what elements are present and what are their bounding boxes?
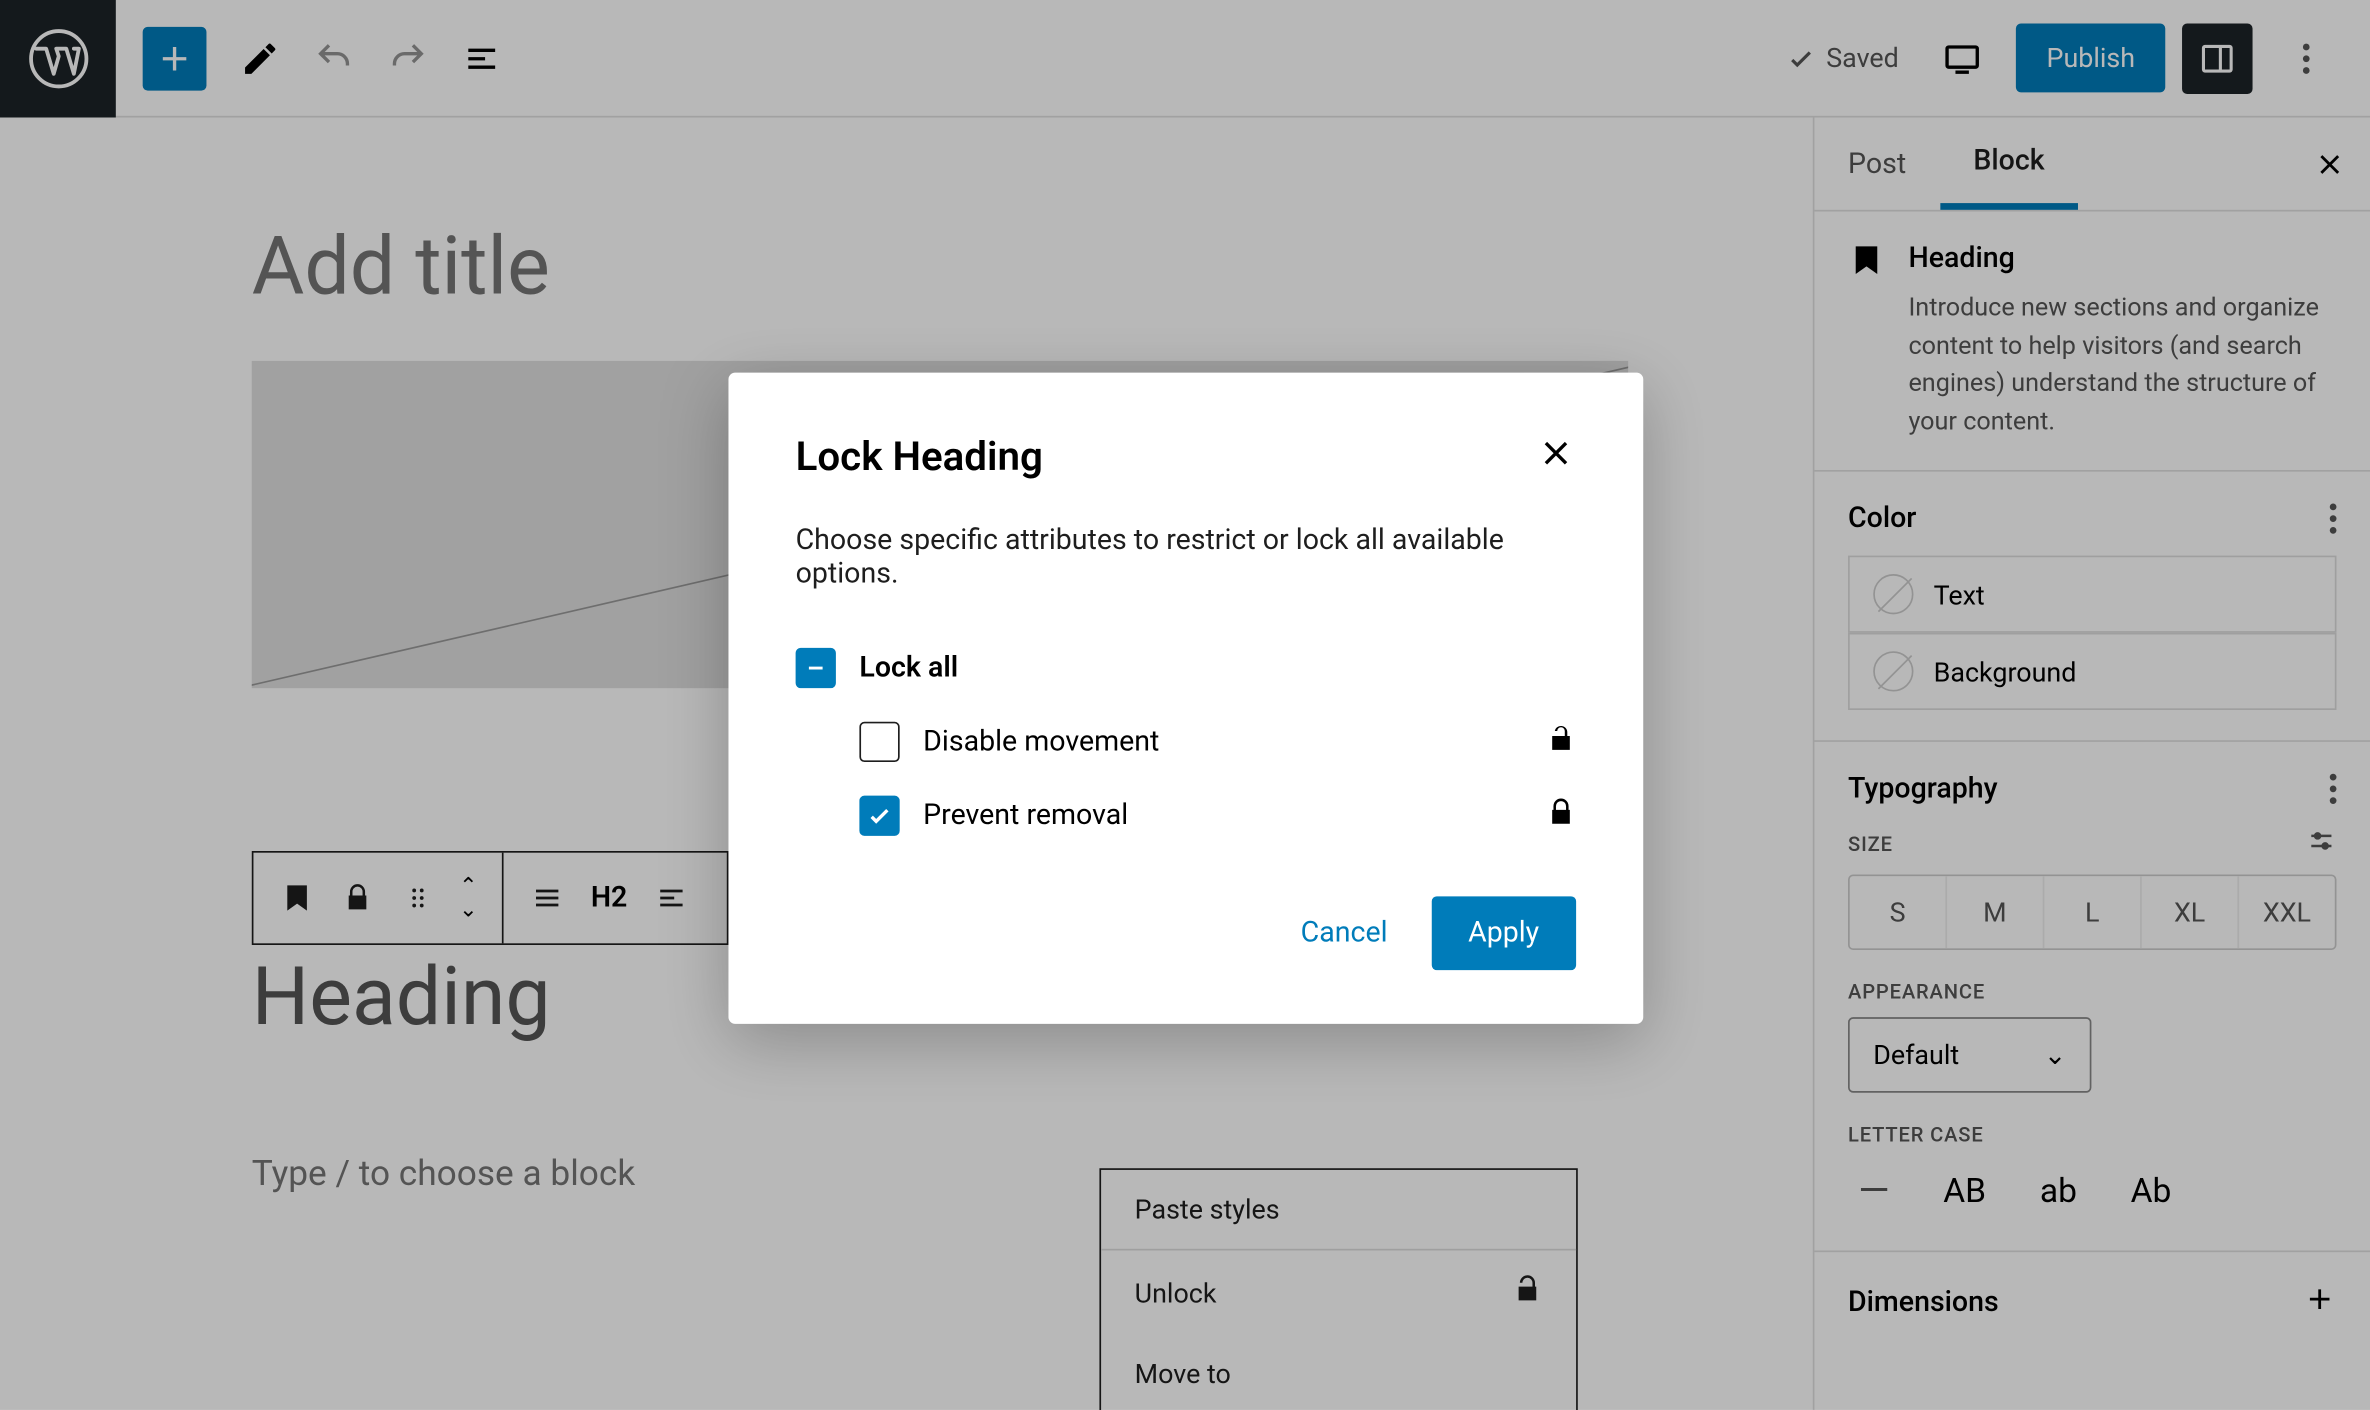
document-overview-button[interactable]: [445, 21, 519, 95]
tab-block[interactable]: Block: [1940, 117, 2078, 209]
size-xxl[interactable]: XXL: [2239, 876, 2335, 948]
dimensions-add-button[interactable]: [2303, 1282, 2337, 1322]
chevron-down-icon: ⌄: [2044, 1039, 2067, 1071]
appearance-label: APPEARANCE: [1848, 980, 1985, 1003]
dimensions-section-title: Dimensions: [1848, 1286, 1999, 1320]
letter-case-label: LETTER CASE: [1848, 1123, 1984, 1146]
edit-mode-button[interactable]: [223, 21, 297, 95]
background-color-button[interactable]: Background: [1848, 633, 2336, 710]
text-align-button[interactable]: [641, 881, 701, 915]
modal-description: Choose specific attributes to restrict o…: [796, 524, 1577, 591]
lock-block-modal: Lock Heading Choose specific attributes …: [728, 373, 1643, 1024]
move-up-down-buttons[interactable]: ⌃ ⌄: [448, 874, 488, 921]
lock-icon[interactable]: [327, 883, 387, 913]
block-context-menu: Paste styles Unlock Move to Edit as HTML: [1099, 1168, 1577, 1410]
block-name: Heading: [1908, 242, 2336, 276]
unlock-icon: [1512, 1274, 1542, 1311]
empty-swatch-icon: [1873, 574, 1913, 614]
color-section-title: Color: [1848, 502, 1916, 536]
wordpress-logo[interactable]: [0, 0, 116, 117]
unlock-icon: [1546, 723, 1576, 760]
appearance-select[interactable]: Default ⌄: [1848, 1017, 2091, 1093]
saved-label: Saved: [1826, 42, 1899, 74]
publish-button[interactable]: Publish: [2016, 23, 2165, 92]
apply-button[interactable]: Apply: [1431, 896, 1576, 970]
letter-case-none[interactable]: —: [1848, 1160, 1900, 1220]
menu-item-paste-styles[interactable]: Paste styles: [1101, 1170, 1576, 1251]
lock-all-label: Lock all: [859, 651, 958, 685]
modal-title: Lock Heading: [796, 433, 1043, 480]
block-type-icon[interactable]: [267, 881, 327, 915]
options-menu-button[interactable]: [2269, 21, 2343, 95]
typography-section-options[interactable]: [2330, 774, 2337, 804]
cancel-button[interactable]: Cancel: [1270, 896, 1417, 970]
redo-button[interactable]: [371, 21, 445, 95]
heading-block-content[interactable]: Heading: [252, 948, 551, 1044]
heading-level-button[interactable]: H2: [577, 881, 640, 915]
typography-section-title: Typography: [1848, 772, 1998, 806]
drag-handle-icon[interactable]: [388, 883, 448, 913]
saved-status: Saved: [1786, 42, 1899, 74]
post-title-input[interactable]: Add title: [252, 218, 1628, 314]
menu-item-unlock[interactable]: Unlock: [1101, 1250, 1576, 1334]
block-description: Introduce new sections and organize cont…: [1908, 289, 2336, 440]
size-m[interactable]: M: [1947, 876, 2044, 948]
preview-button[interactable]: [1926, 21, 2000, 95]
size-l[interactable]: L: [2044, 876, 2141, 948]
size-label: SIZE: [1848, 832, 1893, 855]
menu-item-move-to[interactable]: Move to: [1101, 1334, 1576, 1410]
prevent-removal-checkbox[interactable]: [859, 796, 899, 836]
heading-block-icon: [1848, 242, 1885, 440]
text-color-button[interactable]: Text: [1848, 556, 2336, 633]
lock-icon: [1546, 797, 1576, 834]
letter-case-upper[interactable]: AB: [1933, 1163, 1996, 1217]
close-sidebar-button[interactable]: [2289, 117, 2370, 209]
size-settings-icon[interactable]: [2306, 826, 2336, 861]
settings-sidebar-toggle[interactable]: [2182, 23, 2252, 93]
add-block-button[interactable]: [143, 26, 207, 90]
tab-post[interactable]: Post: [1814, 117, 1939, 209]
align-button[interactable]: [517, 881, 577, 915]
font-size-selector: S M L XL XXL: [1848, 874, 2336, 950]
color-section-options[interactable]: [2330, 504, 2337, 534]
empty-block-prompt[interactable]: Type / to choose a block: [252, 1155, 635, 1195]
close-modal-button[interactable]: [1536, 433, 1576, 480]
chevron-down-icon[interactable]: ⌄: [448, 898, 488, 921]
prevent-removal-label: Prevent removal: [923, 799, 1128, 833]
empty-swatch-icon: [1873, 651, 1913, 691]
undo-button[interactable]: [297, 21, 371, 95]
block-toolbar: ⌃ ⌄ H2: [252, 851, 729, 945]
size-s[interactable]: S: [1850, 876, 1947, 948]
letter-case-capitalize[interactable]: Ab: [2121, 1163, 2182, 1217]
disable-movement-checkbox[interactable]: [859, 722, 899, 762]
size-xl[interactable]: XL: [2142, 876, 2239, 948]
letter-case-lower[interactable]: ab: [2030, 1163, 2087, 1217]
disable-movement-label: Disable movement: [923, 725, 1159, 759]
chevron-up-icon[interactable]: ⌃: [448, 874, 488, 897]
lock-all-checkbox[interactable]: [796, 648, 836, 688]
